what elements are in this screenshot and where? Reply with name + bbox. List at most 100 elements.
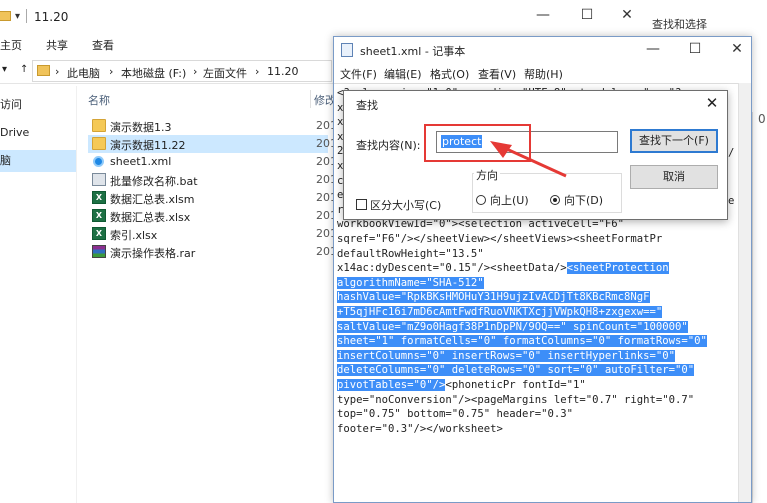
address-bar[interactable]: › 此电脑 › 本地磁盘 (F:) › 左面文件 › 11.20: [32, 60, 332, 82]
notepad-title: sheet1.xml - 记事本: [360, 45, 466, 58]
tab-home[interactable]: 主页: [0, 37, 22, 53]
line-text: type="noConversion"/><pageMargins left="…: [337, 393, 695, 406]
tab-share[interactable]: 共享: [46, 37, 68, 53]
file-name: 演示数据11.22: [110, 139, 186, 152]
menu-file[interactable]: 文件(F): [340, 66, 377, 82]
selected-text: <sheetProtection: [566, 262, 669, 275]
batch-file-icon: [92, 173, 106, 186]
minimize-icon[interactable]: —: [528, 4, 558, 26]
notepad-menubar: 文件(F) 编辑(E) 格式(O) 查看(V) 帮助(H): [334, 63, 751, 83]
file-name: 数据汇总表.xlsx: [110, 211, 191, 224]
text-line: +T5qjHFc16i7mD6cAmtFwdfRuoVNKTXcjjVWpkQH…: [337, 305, 663, 319]
text-fragment: /: [728, 147, 735, 159]
line-text: defaultRowHeight="13.5": [337, 247, 484, 260]
pane-divider[interactable]: [76, 86, 77, 503]
text-line: saltValue="mZ9o0Hagf38P1nDpPN/9OQ==" spi…: [337, 320, 688, 334]
selected-text: hashValue="RpkBKsHMOHuY31H9ujzIvACDjTt8K…: [337, 291, 650, 304]
direction-down-radio[interactable]: [550, 195, 560, 205]
text-line: sqref="F6"/></sheetView></sheetViews><sh…: [337, 232, 662, 246]
file-row[interactable]: 演示数据1.3 201: [88, 117, 337, 135]
find-and-select-button[interactable]: 查找和选择: [652, 16, 707, 32]
menu-format[interactable]: 格式(O): [430, 66, 469, 82]
breadcrumb-separator-icon: ›: [193, 65, 198, 78]
grid-line: [752, 112, 753, 503]
find-next-button[interactable]: 查找下一个(F): [630, 129, 718, 153]
text-fragment: e: [728, 195, 735, 207]
maximize-icon[interactable]: ☐: [572, 4, 602, 26]
breadcrumb-separator-icon: ›: [109, 65, 114, 78]
selected-text: saltValue="mZ9o0Hagf38P1nDpPN/9OQ==" spi…: [337, 320, 688, 333]
selected-text: +T5qjHFc16i7mD6cAmtFwdfRuoVNKTXcjjVWpkQH…: [337, 306, 663, 318]
minimize-icon[interactable]: —: [638, 38, 668, 60]
breadcrumb-drive[interactable]: 本地磁盘 (F:): [121, 65, 186, 81]
line-text: top="0.75" bottom="0.75" header="0.3": [337, 408, 573, 421]
folder-icon: [92, 137, 106, 150]
menu-help[interactable]: 帮助(H): [524, 66, 563, 82]
text-line: top="0.75" bottom="0.75" header="0.3": [337, 407, 573, 421]
text-line: footer="0.3"/></worksheet>: [337, 422, 503, 436]
folder-icon: [37, 65, 50, 76]
text-line: type="noConversion"/><pageMargins left="…: [337, 393, 694, 407]
text-line: algorithmName="SHA-512": [337, 276, 484, 290]
file-row[interactable]: 批量修改名称.bat 201: [88, 171, 337, 189]
nav-item-quick-access[interactable]: 访问: [0, 94, 76, 116]
column-divider[interactable]: [310, 90, 311, 108]
menu-view[interactable]: 查看(V): [478, 66, 516, 82]
file-name: 批量修改名称.bat: [110, 175, 198, 188]
excel-file-icon: X: [92, 209, 106, 222]
annotation-highlight-box: [424, 124, 531, 162]
text-line: sheet="1" formatCells="0" formatColumns=…: [337, 334, 707, 348]
close-icon[interactable]: ✕: [722, 38, 751, 60]
vertical-scrollbar[interactable]: [738, 83, 751, 502]
file-row[interactable]: X 数据汇总表.xlsx 201: [88, 207, 337, 225]
breadcrumb-separator-icon: ›: [255, 65, 260, 78]
breadcrumb-current[interactable]: 11.20: [267, 65, 299, 78]
selected-text: algorithmName="SHA-512": [337, 276, 484, 289]
titlebar-separator: [26, 9, 27, 23]
column-header-name[interactable]: 名称: [88, 92, 110, 108]
line-text: footer="0.3"/></worksheet>: [337, 422, 503, 435]
find-dialog: 查找 ✕ 查找内容(N): protect 查找下一个(F) 取消 方向 向上(…: [343, 90, 728, 220]
line-text: sqref="F6"/></sheetView></sheetViews><sh…: [337, 233, 663, 245]
file-row[interactable]: 演示数据11.22 201: [88, 135, 337, 153]
line-text: workbookViewId="0"><selection activeCell…: [337, 218, 625, 231]
direction-down-label[interactable]: 向下(D): [564, 192, 603, 208]
file-row[interactable]: 演示操作表格.rar 201: [88, 243, 337, 261]
breadcrumb-this-pc[interactable]: 此电脑: [67, 65, 100, 81]
file-name: 数据汇总表.xlsm: [110, 193, 195, 206]
menu-edit[interactable]: 编辑(E): [384, 66, 422, 82]
selected-text: pivotTables="0"/>: [337, 379, 446, 391]
explorer-title: 11.20: [34, 10, 69, 24]
match-case-label[interactable]: 区分大小写(C): [370, 197, 441, 213]
file-row[interactable]: X 索引.xlsx 201: [88, 225, 337, 243]
close-icon[interactable]: ✕: [700, 93, 724, 113]
file-name: 索引.xlsx: [110, 229, 158, 242]
file-name: sheet1.xml: [110, 155, 172, 168]
file-row[interactable]: X 数据汇总表.xlsm 201: [88, 189, 337, 207]
cell-value: 0: [758, 112, 766, 126]
maximize-icon[interactable]: ☐: [680, 38, 710, 60]
breadcrumb-separator-icon: ›: [55, 65, 60, 78]
text-line: pivotTables="0"/><phoneticPr fontId="1": [337, 378, 586, 392]
explorer-titlebar: ▾ 11.20 — ☐ ✕: [0, 0, 636, 30]
text-line: defaultRowHeight="13.5": [337, 247, 484, 261]
file-row[interactable]: sheet1.xml 201: [88, 153, 337, 171]
selected-text: deleteColumns="0" deleteRows="0" sort="0…: [337, 364, 695, 377]
nav-item-onedrive[interactable]: Drive: [0, 122, 76, 144]
cancel-button[interactable]: 取消: [630, 165, 718, 189]
breadcrumb-folder[interactable]: 左面文件: [203, 65, 247, 81]
folder-icon: [92, 119, 106, 132]
match-case-checkbox[interactable]: [356, 199, 367, 210]
line-text: <phoneticPr fontId="1": [445, 379, 586, 391]
nav-item-this-pc[interactable]: 脑: [0, 150, 76, 172]
text-line: hashValue="RpkBKsHMOHuY31H9ujzIvACDjTt8K…: [337, 290, 650, 304]
quick-access-dropdown-icon[interactable]: ▾: [15, 11, 20, 22]
text-line: x14ac:dyDescent="0.15"/><sheetData/><she…: [337, 261, 669, 275]
recent-locations-icon[interactable]: ▾: [2, 64, 7, 75]
direction-up-label[interactable]: 向上(U): [490, 192, 529, 208]
tab-view[interactable]: 查看: [92, 37, 114, 53]
selected-text: sheet="1" formatCells="0" formatColumns=…: [337, 335, 707, 348]
up-arrow-icon[interactable]: ↑: [20, 64, 28, 75]
direction-up-radio[interactable]: [476, 195, 486, 205]
line-text: x14ac:dyDescent="0.15"/><sheetData/>: [337, 262, 567, 275]
